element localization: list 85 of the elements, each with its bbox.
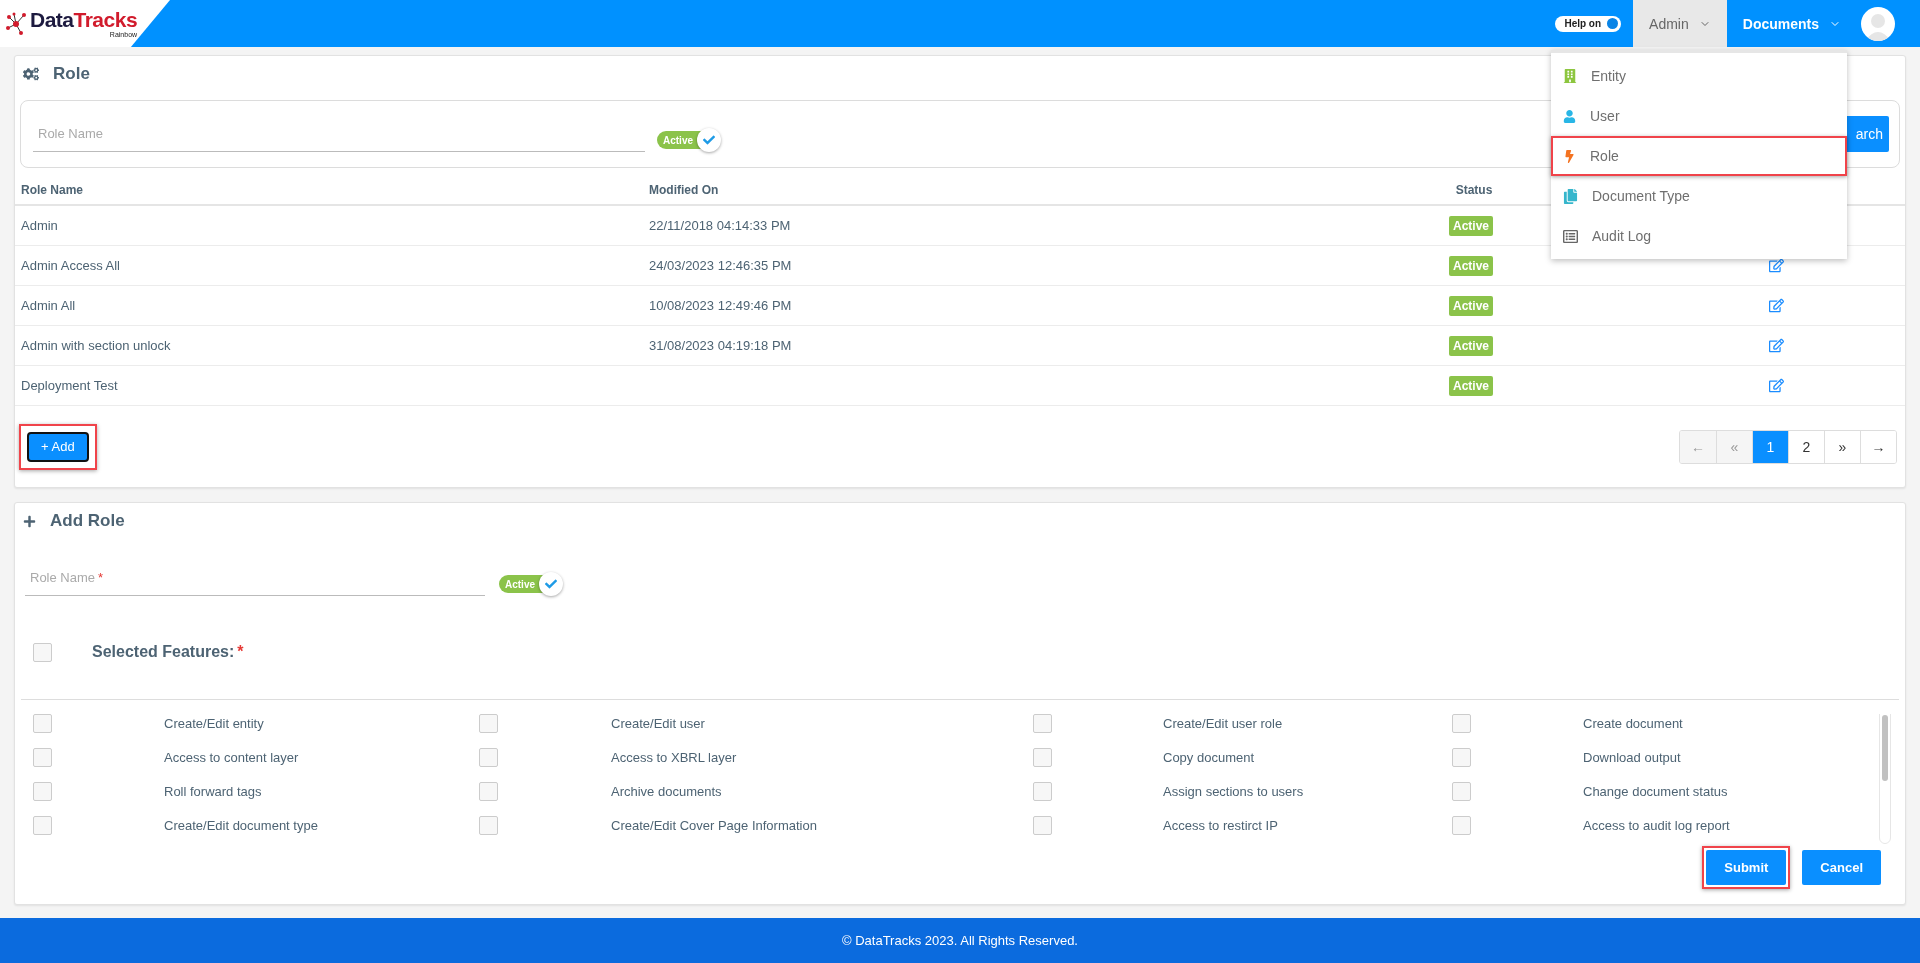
feature-label: Create/Edit user role xyxy=(1163,715,1284,731)
table-cell-text: Admin with section unlock xyxy=(20,338,172,353)
panel-title: Role xyxy=(53,64,90,84)
feature-label: Copy document xyxy=(1163,749,1256,765)
checkbox[interactable] xyxy=(479,747,498,767)
building-icon xyxy=(1563,69,1577,83)
feature-label: Access to audit log report xyxy=(1583,817,1731,833)
status-badge: Active xyxy=(1449,215,1493,236)
list-icon xyxy=(1563,228,1578,244)
check-icon xyxy=(545,578,557,590)
status-badge: Active xyxy=(1449,375,1493,396)
role-name-field[interactable]: Role Name xyxy=(33,116,645,152)
column-header: Modified On xyxy=(648,183,720,197)
table-cell-text: 31/08/2023 04:19:18 PM xyxy=(648,338,793,353)
network-icon xyxy=(6,11,28,36)
form-button[interactable]: Submit xyxy=(1706,850,1787,885)
help-toggle[interactable]: Help on xyxy=(1555,15,1622,32)
features-label: Selected Features: * xyxy=(92,643,244,661)
logo-text: DataTracks xyxy=(30,9,138,30)
checkbox[interactable] xyxy=(1033,747,1052,767)
checkbox[interactable] xyxy=(479,714,498,733)
avatar[interactable] xyxy=(1861,6,1895,41)
menu-item[interactable]: Role xyxy=(1551,136,1847,176)
edit-icon[interactable] xyxy=(1769,258,1784,273)
checkbox[interactable] xyxy=(1033,781,1052,801)
table-cell-text: Admin All xyxy=(20,298,77,313)
table-cell-text: 24/03/2023 12:46:35 PM xyxy=(648,258,793,273)
page-button[interactable]: 1 xyxy=(1752,430,1788,463)
feature-label: Access to content layer xyxy=(164,749,300,765)
checkbox[interactable] xyxy=(479,815,498,835)
checkbox[interactable] xyxy=(479,781,498,801)
gears-icon xyxy=(23,66,39,82)
nav-menu[interactable]: Admin xyxy=(1633,0,1727,47)
page-button[interactable]: → xyxy=(1860,430,1896,463)
checkbox[interactable] xyxy=(33,815,52,835)
panel-title: Add Role xyxy=(50,511,125,531)
documents-icon xyxy=(1563,188,1578,204)
table-cell-text: Admin xyxy=(20,218,59,233)
table-cell-text: Deployment Test xyxy=(20,378,119,393)
feature-label: Change document status xyxy=(1583,783,1729,799)
column-header: Role Name xyxy=(20,183,85,197)
role-name-field[interactable]: Role Name * xyxy=(25,560,485,596)
user-icon xyxy=(1563,109,1576,123)
lightning-icon xyxy=(1563,149,1576,163)
feature-label: Create/Edit user xyxy=(611,715,706,731)
feature-label: Access to XBRL layer xyxy=(611,749,738,765)
checkbox[interactable] xyxy=(33,747,52,767)
feature-label: Access to restirct IP xyxy=(1163,817,1279,833)
feature-label: Create/Edit document type xyxy=(164,817,319,833)
nav-menu[interactable]: Documents xyxy=(1726,0,1857,47)
checkbox[interactable] xyxy=(1452,815,1471,835)
checkbox[interactable] xyxy=(1452,747,1471,767)
status-badge: Active xyxy=(1449,255,1493,276)
plus-icon xyxy=(23,514,36,528)
edit-icon[interactable] xyxy=(1769,378,1784,393)
table-cell-text: 10/08/2023 12:49:46 PM xyxy=(648,298,793,313)
edit-icon[interactable] xyxy=(1769,298,1784,313)
status-badge: Active xyxy=(1449,295,1493,316)
menu-item[interactable]: Audit Log xyxy=(1551,216,1847,256)
checkbox[interactable] xyxy=(1033,815,1052,835)
edit-icon[interactable] xyxy=(1769,338,1784,353)
column-header: Status xyxy=(1454,183,1493,197)
menu-item[interactable]: User xyxy=(1551,96,1847,136)
copyright-text: © DataTracks 2023. All Rights Reserved. xyxy=(842,933,1078,948)
checkbox[interactable] xyxy=(1452,781,1471,801)
feature-label: Assign sections to users xyxy=(1163,783,1305,799)
checkbox[interactable] xyxy=(33,714,52,733)
status-badge: Active xyxy=(1449,335,1493,356)
checkbox[interactable] xyxy=(33,642,52,662)
checkbox[interactable] xyxy=(1452,714,1471,733)
menu-item[interactable]: Document Type xyxy=(1551,176,1847,216)
feature-label: Archive documents xyxy=(611,783,723,799)
add-button[interactable]: + Add xyxy=(27,431,89,462)
feature-label: Create/Edit Cover Page Information xyxy=(611,817,818,833)
checkbox[interactable] xyxy=(1033,714,1052,733)
check-icon xyxy=(703,134,715,146)
table-cell-text: 22/11/2018 04:14:33 PM xyxy=(648,218,792,233)
table-cell-text: Admin Access All xyxy=(20,258,121,273)
feature-label: Roll forward tags xyxy=(164,783,263,799)
feature-label: Create/Edit entity xyxy=(164,715,265,731)
feature-label: Download output xyxy=(1583,749,1682,765)
form-button[interactable]: Cancel xyxy=(1802,850,1881,885)
feature-label: Create document xyxy=(1583,715,1684,731)
menu-item[interactable]: Entity xyxy=(1551,56,1847,96)
checkbox[interactable] xyxy=(33,781,52,801)
